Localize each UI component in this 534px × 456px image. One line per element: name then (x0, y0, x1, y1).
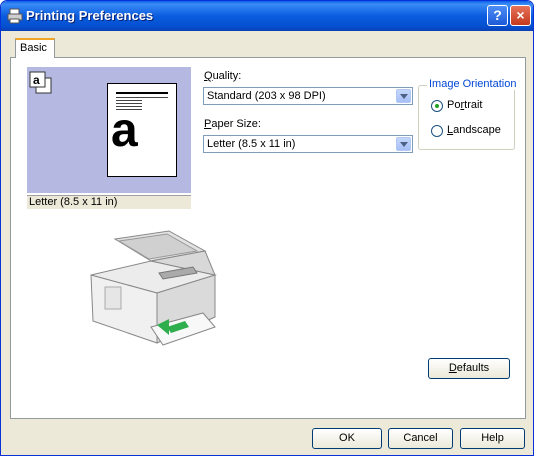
title-bar[interactable]: Printing Preferences ? × (1, 1, 533, 31)
landscape-radio[interactable] (431, 125, 443, 137)
paper-size-value: Letter (8.5 x 11 in) (207, 138, 296, 150)
help-title-button[interactable]: ? (487, 5, 508, 26)
printing-preferences-window: Printing Preferences ? × Basic a a Lette… (0, 0, 534, 456)
quality-select[interactable]: Standard (203 x 98 DPI) (203, 87, 413, 105)
chevron-down-icon[interactable] (396, 89, 411, 103)
defaults-button[interactable]: Defaults (428, 358, 510, 379)
printer-illustration (90, 230, 217, 346)
image-orientation-title: Image Orientation (427, 78, 519, 90)
paper-size-select[interactable]: Letter (8.5 x 11 in) (203, 135, 413, 153)
radio-selected-dot (435, 104, 439, 108)
quality-label: Quality: (204, 70, 242, 82)
image-orientation-group (418, 85, 515, 150)
svg-text:a: a (33, 73, 40, 87)
quality-value: Standard (203 x 98 DPI) (207, 90, 326, 102)
ok-button[interactable]: OK (312, 428, 382, 449)
paper-size-caption: Letter (8.5 x 11 in) (27, 195, 191, 209)
window-title: Printing Preferences (26, 8, 154, 23)
tab-basic-label: Basic (20, 42, 47, 54)
help-button[interactable]: Help (460, 428, 525, 449)
document-copies-icon: a (29, 71, 52, 94)
portrait-radio[interactable] (431, 100, 443, 112)
printer-icon (7, 8, 23, 24)
paper-size-label: Paper Size: (204, 118, 261, 130)
cancel-button[interactable]: Cancel (388, 428, 453, 449)
portrait-label[interactable]: Portrait (447, 99, 482, 111)
chevron-down-icon[interactable] (396, 137, 411, 151)
close-button[interactable]: × (510, 5, 531, 26)
page-sample-letter: a (111, 104, 138, 157)
landscape-label[interactable]: Landscape (447, 124, 501, 136)
tab-basic[interactable]: Basic (15, 38, 55, 58)
